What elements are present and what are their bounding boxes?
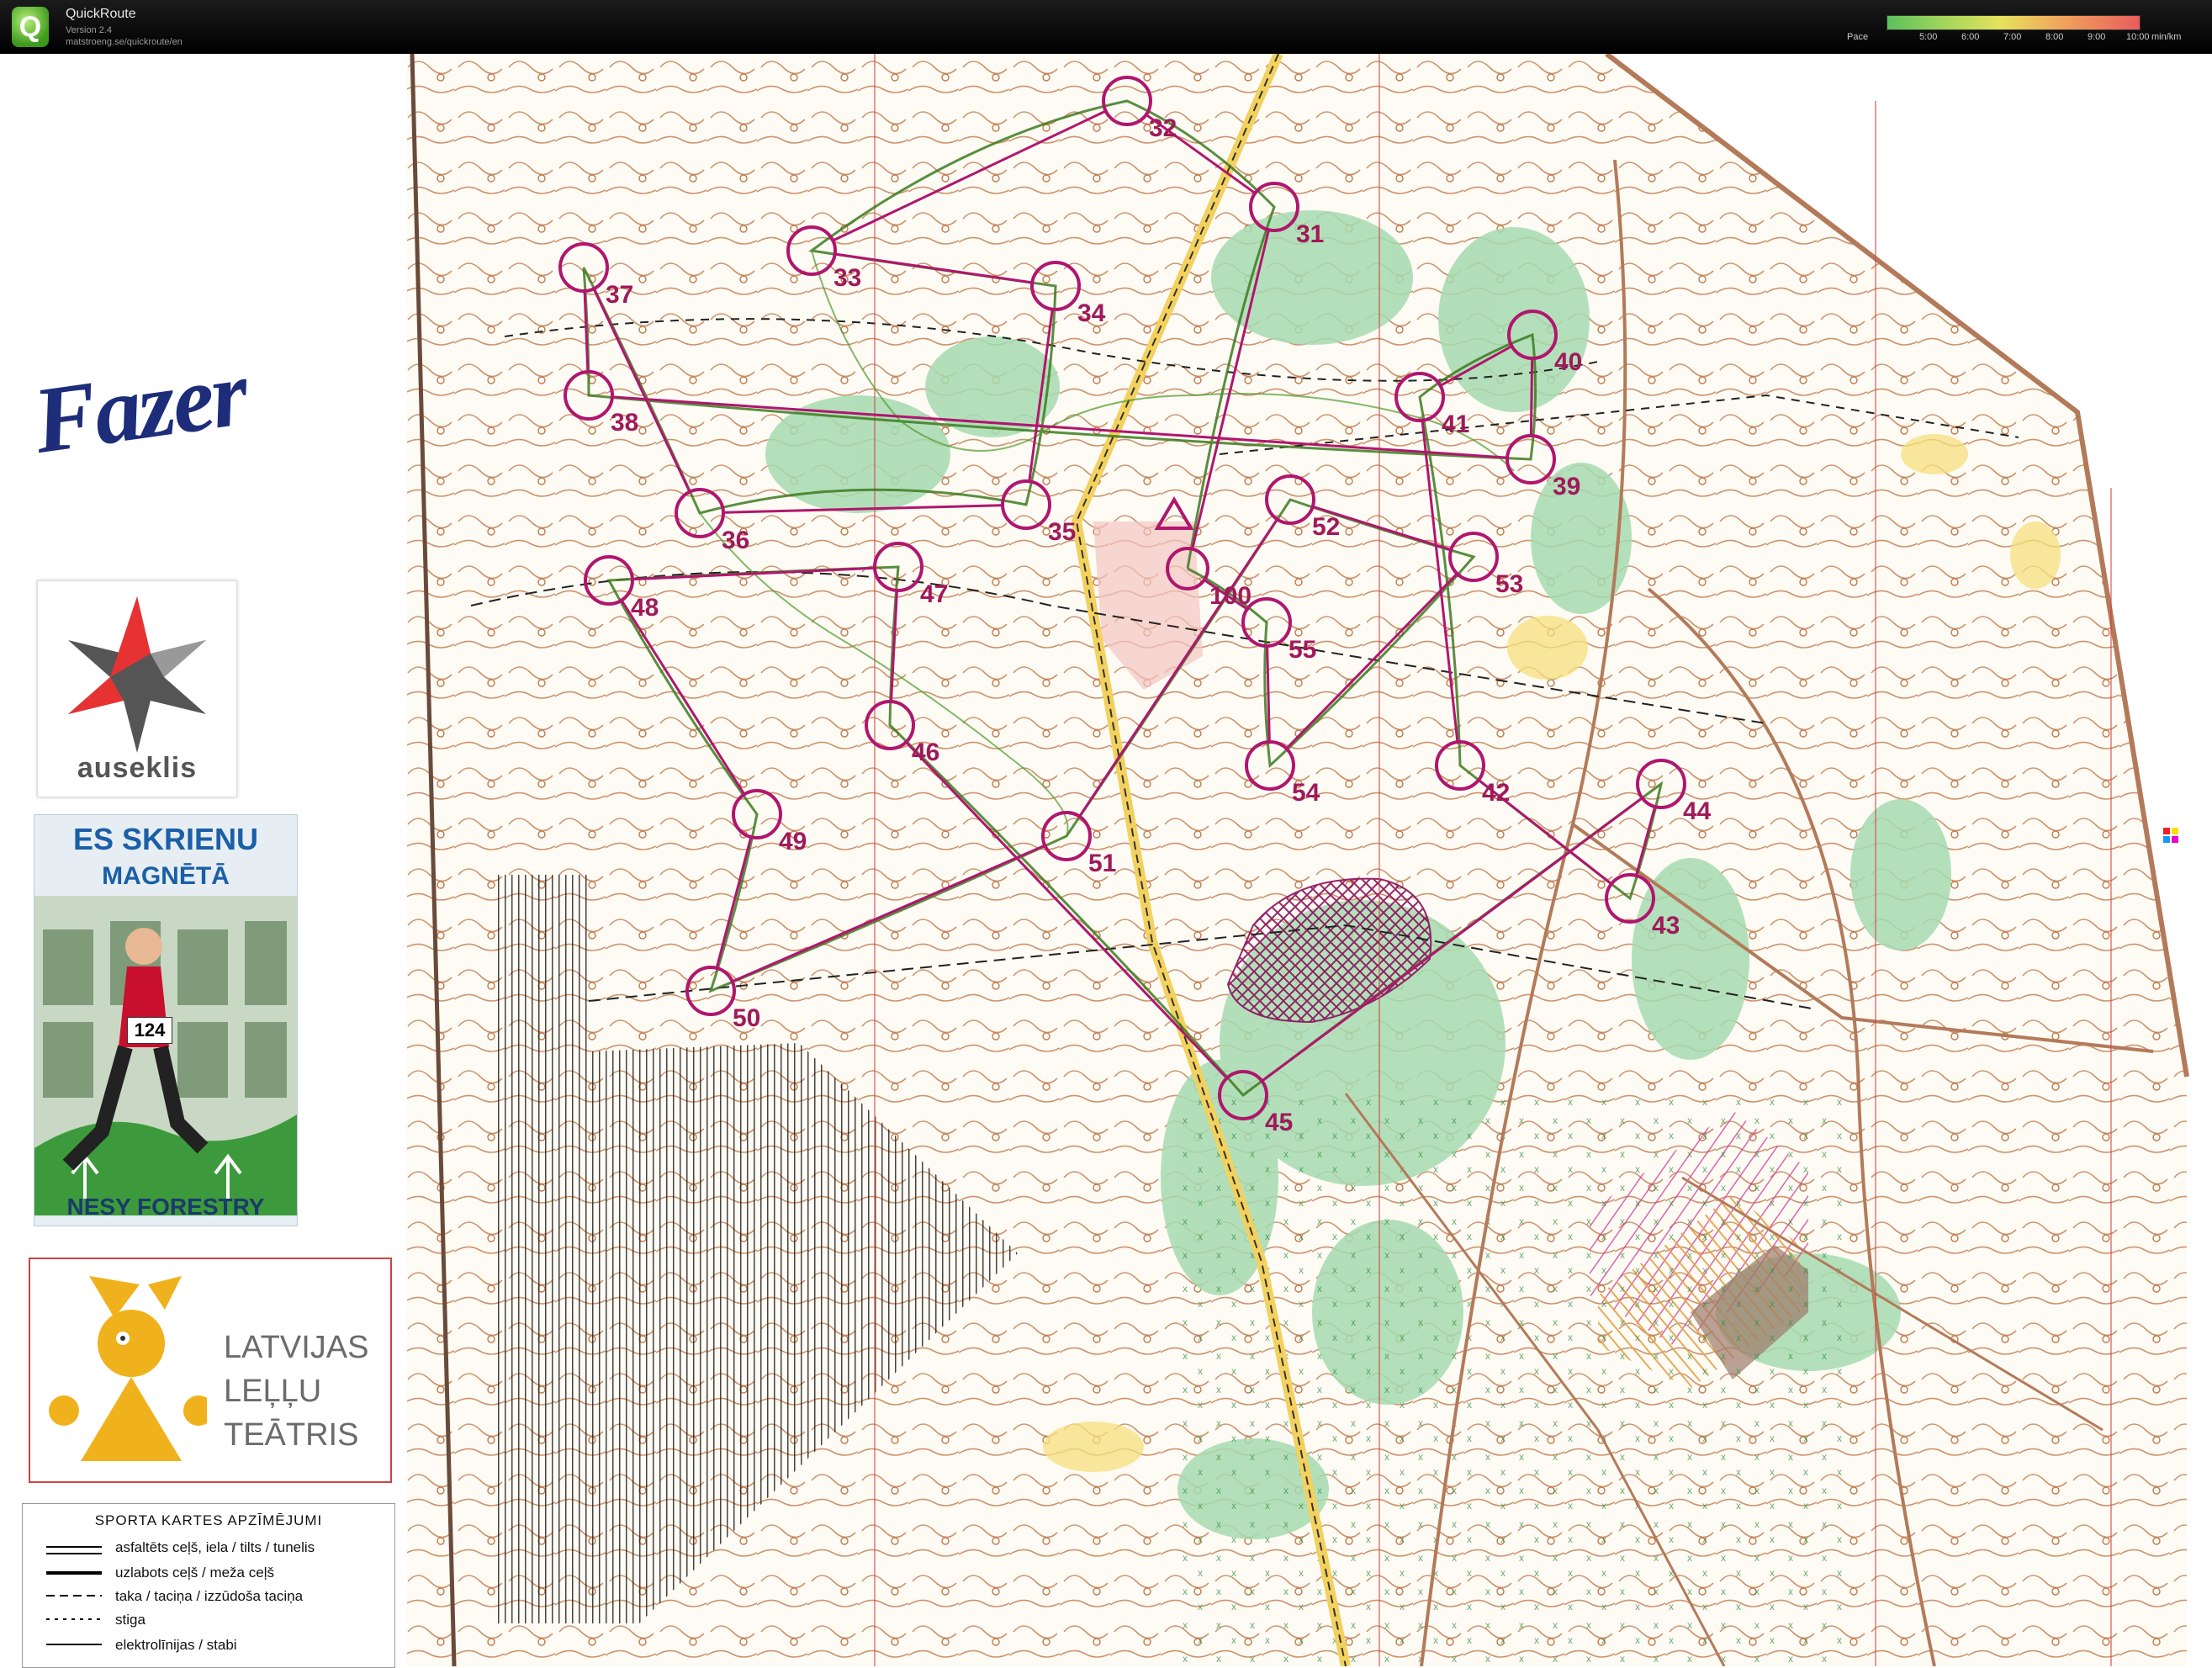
control-number: 51 [1088,850,1116,877]
app-name: QuickRoute [66,7,136,21]
control-number: 31 [1296,220,1324,248]
pace-tick: 7:00 [2003,32,2022,42]
magneta-brand: MAGNĒTĀ [102,862,230,890]
teatris-line-1: LATVIJAS [224,1330,369,1365]
control-number: 39 [1553,473,1580,500]
control-number: 33 [833,264,861,292]
legend-symbol-ride [46,1618,102,1620]
pace-tick: 8:00 [2045,32,2064,42]
pace-label: Pace [1847,32,1869,42]
legend-row: taka / taciņa / izzūdoša taciņa [115,1588,304,1604]
pace-tick: 9:00 [2088,32,2106,42]
teatris-line-3: TEĀTRIS [224,1417,359,1453]
teatris-line-2: LEĻĻU [224,1374,322,1409]
registration-mark-icon [2163,828,2178,843]
pace-tick: 6:00 [1961,32,1980,42]
pace-tick: 10:00 [2126,32,2150,42]
pace-tick: 5:00 [1919,32,1938,42]
auseklis-logo: auseklis [37,580,237,797]
control-number: 38 [611,409,638,437]
fazer-wordmark: Fazer [27,341,252,474]
control-number: 49 [779,828,807,855]
legend-row: stiga [115,1612,146,1628]
control-number: 34 [1077,299,1106,327]
legend-row: asfaltēts ceļš, iela / tilts / tunelis [115,1539,315,1555]
legend-symbol-powerline [46,1644,102,1645]
control-number: 45 [1265,1109,1293,1136]
control-number: 53 [1495,570,1523,598]
puppet-figure-icon [49,1276,207,1461]
control-number: 100 [1209,582,1252,610]
legend-symbol-road [46,1546,102,1554]
control-number: 48 [631,594,659,622]
control-number: 43 [1652,912,1680,940]
pace-color-scale [1887,15,2141,30]
control-number: 37 [606,281,633,309]
control-number: 52 [1312,513,1340,541]
quickroute-logo-icon: Q [12,7,49,47]
control-number: 40 [1554,348,1582,376]
control-number: 47 [920,580,948,608]
star-icon [68,596,206,753]
app-titlebar: Q QuickRoute Version 2.4 matstroeng.se/q… [0,0,2212,54]
auseklis-wordmark: auseklis [77,752,198,784]
control-number: 54 [1292,779,1320,807]
app-url[interactable]: matstroeng.se/quickroute/en [66,37,183,47]
magneta-poster: ES SKRIENU MAGNĒTĀ 124 NESY FORESTRY [34,814,298,1226]
map-legend: SPORTA KARTES APZĪMĒJUMI asfaltēts ceļš,… [22,1503,395,1668]
control-number: 50 [733,1004,760,1032]
legend-title: SPORTA KARTES APZĪMĒJUMI [94,1512,323,1528]
app-version: Version 2.4 [66,25,113,35]
magneta-headline: ES SKRIENU [72,822,259,856]
legend-row: elektrolīnijas / stabi [115,1637,237,1653]
runner-bib-number: 124 [127,1017,172,1044]
magneta-footer: NESY FORESTRY [66,1194,265,1220]
control-number: 46 [912,739,939,766]
control-number: 55 [1289,636,1316,664]
pace-unit: min/km [2151,32,2182,42]
control-number: 36 [722,527,749,554]
legend-symbol-track [46,1571,102,1575]
vegetation-symbols [1177,1093,1850,1665]
control-number: 32 [1149,114,1177,142]
runner-illustration [34,896,297,1215]
control-number: 41 [1442,410,1469,438]
fazer-logo: Fazer [28,303,320,505]
course-leg [1529,356,1534,438]
control-number: 42 [1482,779,1510,807]
legend-symbol-path [46,1595,102,1597]
puppet-theatre-logo: LATVIJAS LEĻĻU TEĀTRIS [29,1258,392,1483]
control-number: 35 [1048,518,1076,546]
control-number: 44 [1683,797,1712,825]
legend-row: uzlabots ceļš / meža ceļš [115,1565,274,1581]
